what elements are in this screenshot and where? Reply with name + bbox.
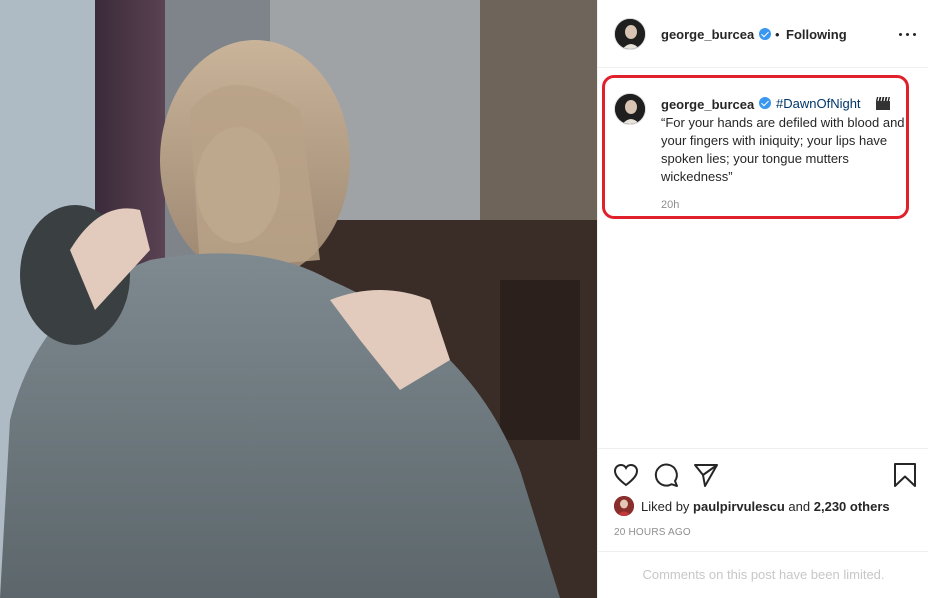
clapper-board-icon	[875, 96, 891, 111]
comment-icon[interactable]	[652, 461, 680, 489]
likes-others-link[interactable]: 2,230 others	[814, 499, 890, 514]
author-username[interactable]: george_burcea	[661, 27, 754, 42]
caption-username[interactable]: george_burcea	[661, 97, 754, 112]
paper-plane-icon[interactable]	[692, 461, 720, 489]
post-header: george_burcea • Following	[598, 0, 928, 68]
post-actions-bar	[598, 448, 928, 500]
avatar-image	[615, 19, 645, 49]
liker-username-link[interactable]: paulpirvulescu	[693, 499, 785, 514]
bookmark-icon[interactable]	[891, 461, 919, 489]
heart-icon[interactable]	[612, 461, 640, 489]
more-options-icon[interactable]	[898, 25, 918, 43]
separator-dot: •	[775, 27, 780, 42]
post-photo[interactable]	[0, 0, 597, 598]
following-button[interactable]: Following	[786, 27, 847, 42]
likes-conjunction: and	[788, 499, 811, 514]
caption-timestamp[interactable]: 20h	[661, 199, 679, 211]
liker-avatar[interactable]	[614, 496, 634, 516]
comments-limited-text: Comments on this post have been limited.	[642, 567, 885, 582]
verified-badge-icon	[759, 97, 771, 109]
author-avatar[interactable]	[614, 18, 646, 50]
post-timestamp[interactable]: 20 HOURS AGO	[614, 527, 691, 538]
post-side-panel: george_burcea • Following george_burcea …	[597, 0, 928, 598]
avatar-image	[614, 496, 634, 516]
likes-text: Liked by paulpirvulescu and 2,230 others	[641, 499, 890, 514]
post-photo-illustration	[0, 0, 597, 598]
caption-hashtag-link[interactable]: #DawnOfNight	[776, 96, 861, 111]
caption-author-avatar[interactable]	[614, 93, 646, 125]
likes-prefix: Liked by	[641, 499, 690, 514]
caption-text: “For your hands are defiled with blood a…	[661, 115, 905, 184]
verified-badge-icon	[759, 28, 771, 40]
comments-limited-notice: Comments on this post have been limited.	[598, 551, 928, 598]
